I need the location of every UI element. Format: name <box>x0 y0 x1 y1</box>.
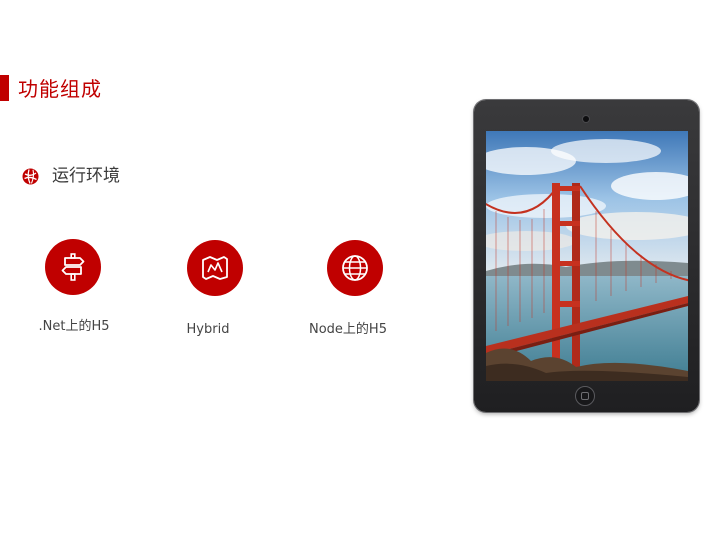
page-title: 功能组成 <box>18 77 102 101</box>
title-accent-bar <box>0 75 9 101</box>
tablet-screen <box>486 131 688 381</box>
feature-node-h5-badge <box>327 240 383 296</box>
golden-gate-bridge-photo <box>486 131 688 381</box>
map-icon <box>202 256 228 280</box>
feature-hybrid-label: Hybrid <box>186 322 230 337</box>
tablet-device <box>474 100 699 412</box>
section-label: 运行环境 <box>52 166 120 186</box>
tablet-camera <box>583 116 589 122</box>
feature-hybrid-badge <box>187 240 243 296</box>
globe-icon <box>342 255 368 281</box>
feature-node-h5-label: Node上的H5 <box>309 322 387 337</box>
feature-net-h5-label: .Net上的H5 <box>38 319 110 334</box>
feature-net-h5-badge <box>45 239 101 295</box>
tablet-home-button <box>575 386 595 406</box>
globe-bullet-icon <box>22 168 39 185</box>
signpost-icon <box>61 253 85 281</box>
